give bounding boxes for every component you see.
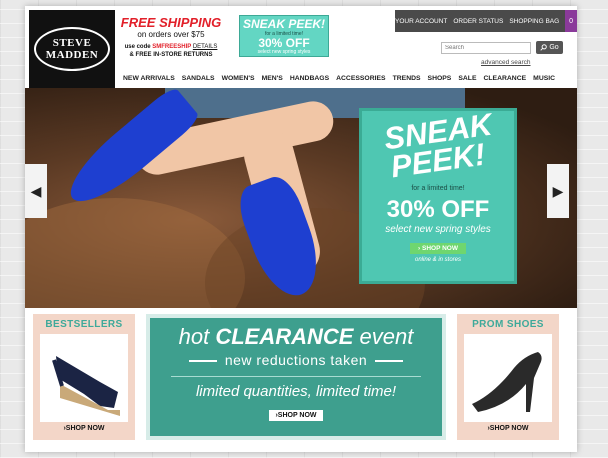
hero-styles: select new spring styles [385,224,491,235]
dash-divider [188,360,217,363]
clearance-title-pre: hot [178,324,216,349]
dash-divider [375,360,404,363]
main-nav: NEW ARRIVALS SANDALS WOMEN'S MEN'S HANDB… [123,75,555,82]
clearance-rule [171,376,421,377]
brand-logo[interactable]: STEVE MADDEN [29,10,115,88]
sneak-peek-panel: SNEAK PEEK! for a limited time! 30% OFF … [359,107,517,284]
page: STEVE MADDEN FREE SHIPPING on orders ove… [25,6,577,452]
wedge-sandal-image [40,334,128,422]
nav-mens[interactable]: MEN'S [262,75,283,82]
hero-shop-now-button[interactable]: › SHOP NOW [410,243,466,254]
logo-oval: STEVE MADDEN [34,27,110,71]
bestsellers-title: BESTSELLERS [45,319,123,330]
prom-shop-now[interactable]: ›SHOP NOW [457,425,559,432]
nav-music[interactable]: MUSIC [533,75,555,82]
clearance-event-banner[interactable]: hot CLEARANCE event new reductions taken… [146,314,446,440]
order-status-link[interactable]: ORDER STATUS [453,18,503,25]
search-icon [540,44,548,51]
shipping-details-link[interactable]: DETAILS [193,44,218,50]
bestsellers-tile[interactable]: BESTSELLERS ›SHOP NOW [33,314,135,440]
hero-online: online & in stores [414,257,462,263]
clearance-title-post: event [353,324,414,349]
prom-heel-image [464,334,552,422]
clearance-shop-now[interactable]: ›SHOP NOW [269,410,323,421]
mini-banner-title: SNEAK PEEK! [242,17,325,31]
shopping-bag-link[interactable]: SHOPPING BAG [509,18,559,25]
clearance-title: hot CLEARANCE event [150,324,442,350]
clearance-subtitle-line: new reductions taken [150,352,442,368]
nav-handbags[interactable]: HANDBAGS [290,75,329,82]
shipping-subtitle: on orders over $75 [137,30,205,39]
advanced-search-link[interactable]: advanced search [481,59,531,66]
shipping-title: FREE SHIPPING [120,15,222,30]
nav-sandals[interactable]: SANDALS [182,75,215,82]
prom-title: PROM SHOES [472,319,544,330]
caret-right-icon: ▶ [552,182,564,199]
logo-line2: MADDEN [45,49,99,61]
shipping-returns: & FREE IN-STORE RETURNS [129,52,213,58]
caret-left-icon: ◀ [30,182,42,199]
search-input[interactable] [441,42,531,54]
hero-limited: for a limited time! [411,185,465,192]
nav-womens[interactable]: WOMEN'S [222,75,255,82]
nav-new-arrivals[interactable]: NEW ARRIVALS [123,75,175,82]
your-account-link[interactable]: YOUR ACCOUNT [395,18,447,25]
nav-shops[interactable]: SHOPS [428,75,452,82]
clearance-limited: limited quantities, limited time! [195,383,397,400]
utility-bar: YOUR ACCOUNT ORDER STATUS SHOPPING BAG 0 [395,10,577,32]
sneak-peek-mini-banner[interactable]: SNEAK PEEK! for a limited time! 30% OFF … [239,15,329,57]
bestsellers-shop-now[interactable]: ›SHOP NOW [33,425,135,432]
high-heel-icon [472,352,542,412]
nav-trends[interactable]: TRENDS [393,75,421,82]
shipping-code-line: use code SMFREESHIP DETAILS & FREE IN-ST… [119,43,223,59]
nav-accessories[interactable]: ACCESSORIES [336,75,385,82]
nav-clearance[interactable]: CLEARANCE [483,75,526,82]
carousel-prev-arrow[interactable]: ◀ [25,164,47,218]
go-label: Go [549,44,559,51]
mini-banner-offer: 30% OFF [258,36,310,50]
prom-shoes-tile[interactable]: PROM SHOES ›SHOP NOW [457,314,559,440]
logo-line1: STEVE [52,37,92,49]
search-go-button[interactable]: Go [536,41,563,54]
clearance-title-bold: CLEARANCE [215,324,354,349]
carousel-next-arrow[interactable]: ▶ [547,164,569,218]
hero-banner[interactable]: SNEAK PEEK! for a limited time! 30% OFF … [25,88,577,308]
nav-sale[interactable]: SALE [458,75,476,82]
clearance-subtitle: new reductions taken [224,352,368,368]
hero-offer: 30% OFF [386,196,490,223]
shipping-code: SMFREESHIP [152,44,192,50]
shipping-code-prefix: use code [124,44,153,50]
mini-banner-styles: select new spring styles [257,49,311,55]
wedge-sandal-icon [52,356,120,416]
bag-count-badge[interactable]: 0 [565,10,577,32]
free-shipping-promo[interactable]: FREE SHIPPING on orders over $75 use cod… [119,15,223,59]
